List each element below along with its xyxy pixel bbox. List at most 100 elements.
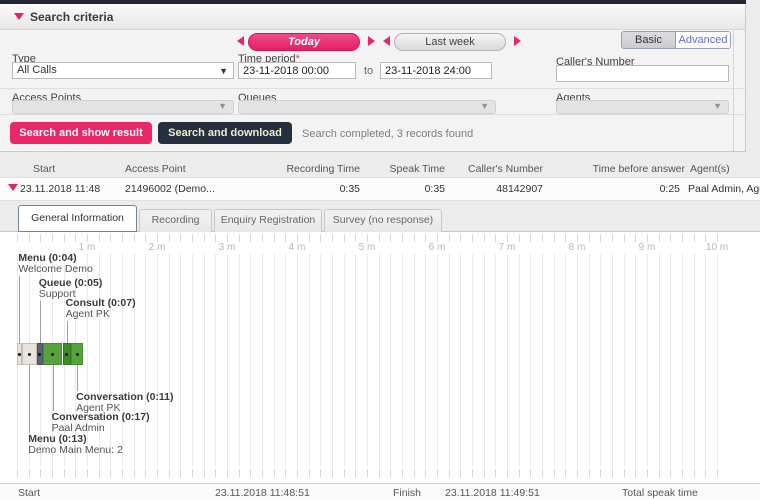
axis-bottom-tick: [589, 469, 590, 477]
axis-gridline: [262, 254, 263, 466]
footer-start-label: Start: [18, 487, 40, 499]
axis-gridline: [180, 254, 181, 466]
axis-bottom-tick: [379, 469, 380, 477]
axis-bottom-tick: [122, 469, 123, 477]
axis-top-tick: [250, 234, 251, 242]
axis-top-tick: [495, 234, 496, 242]
timeline-event-dot: [28, 353, 31, 356]
axis-bottom-tick: [484, 469, 485, 477]
axis-top-tick: [589, 234, 590, 242]
axis-top-tick: [320, 234, 321, 242]
axis-top-tick: [379, 234, 380, 242]
axis-top-tick: [542, 234, 543, 242]
axis-top-tick: [332, 234, 333, 242]
axis-gridline: [215, 254, 216, 466]
axis-bottom-tick: [204, 469, 205, 477]
axis-top-tick: [612, 234, 613, 242]
axis-gridline: [694, 254, 695, 466]
axis-bottom-tick: [542, 469, 543, 477]
axis-bottom-tick: [647, 469, 648, 477]
axis-top-tick: [99, 234, 100, 242]
axis-top-tick: [554, 234, 555, 242]
axis-top-tick: [157, 234, 158, 242]
axis-top-tick: [274, 234, 275, 242]
tab-enquiry-registration[interactable]: Enquiry Registration: [214, 209, 322, 232]
timeline-leader-line: [29, 365, 30, 433]
axis-top-tick: [717, 234, 718, 242]
axis-bottom-tick: [519, 469, 520, 477]
axis-gridline: [425, 254, 426, 466]
axis-gridline: [320, 254, 321, 466]
event-subtitle: Agent PK: [76, 403, 173, 414]
axis-gridline: [565, 254, 566, 466]
axis-bottom-tick: [554, 469, 555, 477]
axis-top-tick: [344, 234, 345, 242]
axis-gridline: [192, 254, 193, 466]
axis-top-tick: [530, 234, 531, 242]
timeline-leader-line: [40, 301, 41, 343]
axis-gridline: [717, 254, 718, 466]
axis-top-tick: [682, 234, 683, 242]
axis-gridline: [367, 254, 368, 466]
timeline-event-dot: [38, 353, 41, 356]
timeline-event-dot: [65, 353, 68, 356]
axis-top-tick: [390, 234, 391, 242]
axis-bottom-tick: [414, 469, 415, 477]
axis-gridline: [542, 254, 543, 466]
axis-top-tick: [449, 234, 450, 242]
axis-top-tick: [635, 234, 636, 242]
tab-survey[interactable]: Survey (no response): [324, 209, 442, 232]
axis-bottom-tick: [75, 469, 76, 477]
axis-bottom-tick: [495, 469, 496, 477]
axis-bottom-tick: [344, 469, 345, 477]
tab-recording[interactable]: Recording: [139, 209, 212, 232]
axis-bottom-tick: [705, 469, 706, 477]
axis-top-tick: [204, 234, 205, 242]
timeline-leader-line: [19, 276, 20, 343]
axis-gridline: [507, 254, 508, 466]
axis-bottom-tick: [390, 469, 391, 477]
axis-top-tick: [519, 234, 520, 242]
tab-general-information[interactable]: General Information: [18, 205, 137, 232]
axis-bottom-tick: [239, 469, 240, 477]
axis-bottom-tick: [507, 469, 508, 477]
axis-top-tick: [565, 234, 566, 242]
axis-bottom-tick: [274, 469, 275, 477]
axis-top-tick: [110, 234, 111, 242]
axis-top-tick: [507, 234, 508, 242]
axis-bottom-tick: [99, 469, 100, 477]
axis-minute-label: 7 m: [493, 242, 521, 253]
axis-minute-label: 2 m: [143, 242, 171, 253]
axis-gridline: [519, 254, 520, 466]
axis-top-tick: [134, 234, 135, 242]
axis-bottom-tick: [635, 469, 636, 477]
axis-gridline: [414, 254, 415, 466]
axis-bottom-tick: [169, 469, 170, 477]
axis-gridline: [670, 254, 671, 466]
axis-gridline: [472, 254, 473, 466]
axis-gridline: [577, 254, 578, 466]
axis-top-tick: [705, 234, 706, 242]
axis-top-tick: [647, 234, 648, 242]
axis-top-tick: [309, 234, 310, 242]
axis-bottom-tick: [87, 469, 88, 477]
axis-gridline: [402, 254, 403, 466]
axis-gridline: [134, 254, 135, 466]
axis-bottom-tick: [180, 469, 181, 477]
axis-top-tick: [227, 234, 228, 242]
axis-top-tick: [484, 234, 485, 242]
axis-minute-label: 5 m: [353, 242, 381, 253]
axis-gridline: [460, 254, 461, 466]
timeline-event-dot: [18, 353, 21, 356]
axis-bottom-tick: [332, 469, 333, 477]
axis-bottom-tick: [309, 469, 310, 477]
axis-bottom-tick: [285, 469, 286, 477]
axis-gridline: [239, 254, 240, 466]
event-subtitle: Welcome Demo: [18, 264, 93, 275]
axis-bottom-tick: [717, 469, 718, 477]
timeline-event-label: Conversation (0:17)Paal Admin: [52, 412, 150, 434]
axis-gridline: [589, 254, 590, 466]
axis-bottom-tick: [262, 469, 263, 477]
axis-bottom-tick: [29, 469, 30, 477]
axis-gridline: [635, 254, 636, 466]
